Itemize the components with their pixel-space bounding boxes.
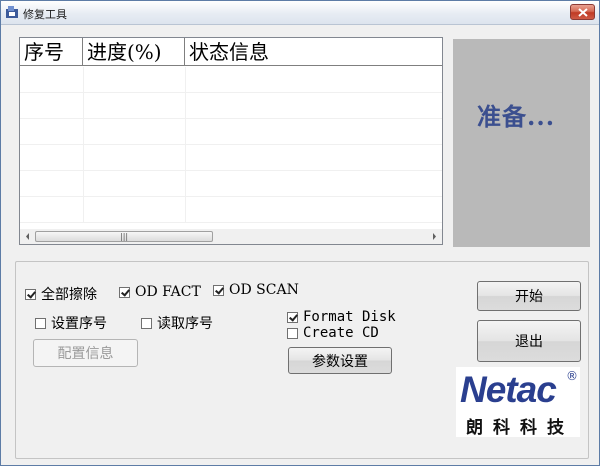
read-serial-checkbox[interactable]: 读取序号	[141, 313, 213, 333]
set-serial-label: 设置序号	[51, 316, 107, 332]
create-cd-check-icon[interactable]	[287, 327, 298, 339]
read-serial-label: 读取序号	[157, 316, 213, 332]
registered-mark-icon: ®	[566, 369, 578, 383]
app-icon	[6, 6, 18, 18]
main-window: 修复工具 序号 进度(%) 状态信息 ||| 准备... 全部擦除 OD FAC…	[0, 0, 600, 466]
list-row[interactable]	[20, 119, 442, 145]
status-panel: 准备...	[453, 39, 590, 247]
od-fact-checkbox[interactable]: OD FACT	[119, 284, 201, 300]
erase-all-check-icon[interactable]	[25, 288, 36, 300]
list-row[interactable]	[20, 93, 442, 119]
scroll-right-icon[interactable]	[427, 229, 442, 244]
od-fact-check-icon[interactable]	[119, 286, 130, 298]
list-row[interactable]	[20, 145, 442, 171]
config-info-button[interactable]: 配置信息	[33, 339, 138, 367]
format-disk-label: Format Disk	[303, 309, 396, 325]
netac-logo: Netac ® 朗科科技	[456, 367, 580, 438]
list-row[interactable]	[20, 171, 442, 197]
format-disk-checkbox[interactable]: Format Disk	[287, 309, 396, 325]
read-serial-check-icon[interactable]	[141, 317, 152, 329]
logo-chinese-name: 朗科科技	[466, 418, 574, 438]
list-row[interactable]	[20, 197, 442, 223]
param-settings-button[interactable]: 参数设置	[288, 347, 392, 374]
set-serial-checkbox[interactable]: 设置序号	[35, 313, 107, 333]
list-header: 序号 进度(%) 状态信息	[20, 38, 442, 66]
progress-list[interactable]: 序号 进度(%) 状态信息 |||	[19, 37, 443, 245]
scroll-grip: |||	[120, 232, 129, 241]
list-body	[20, 67, 442, 229]
start-button[interactable]: 开始	[477, 281, 581, 311]
close-icon	[578, 8, 588, 17]
od-scan-check-icon[interactable]	[213, 284, 224, 296]
create-cd-checkbox[interactable]: Create CD	[287, 325, 379, 341]
horizontal-scrollbar[interactable]: |||	[20, 229, 442, 244]
od-scan-label: OD SCAN	[229, 282, 299, 298]
close-button[interactable]	[570, 4, 595, 20]
column-header-index[interactable]: 序号	[20, 38, 83, 66]
erase-all-checkbox[interactable]: 全部擦除	[25, 284, 97, 304]
format-disk-check-icon[interactable]	[287, 311, 298, 323]
logo-wordmark: Netac	[460, 369, 557, 410]
column-header-progress[interactable]: 进度(%)	[83, 38, 185, 66]
od-scan-checkbox[interactable]: OD SCAN	[213, 282, 299, 298]
create-cd-label: Create CD	[303, 325, 379, 341]
scroll-thumb[interactable]: |||	[35, 231, 213, 242]
scroll-left-icon[interactable]	[20, 229, 35, 244]
od-fact-label: OD FACT	[135, 284, 201, 300]
status-text: 准备...	[477, 102, 556, 131]
window-title: 修复工具	[23, 8, 67, 21]
set-serial-check-icon[interactable]	[35, 317, 46, 329]
exit-button[interactable]: 退出	[477, 320, 581, 362]
list-row[interactable]	[20, 67, 442, 93]
column-header-status[interactable]: 状态信息	[185, 38, 442, 66]
title-bar[interactable]: 修复工具	[1, 1, 599, 25]
erase-all-label: 全部擦除	[41, 287, 97, 303]
